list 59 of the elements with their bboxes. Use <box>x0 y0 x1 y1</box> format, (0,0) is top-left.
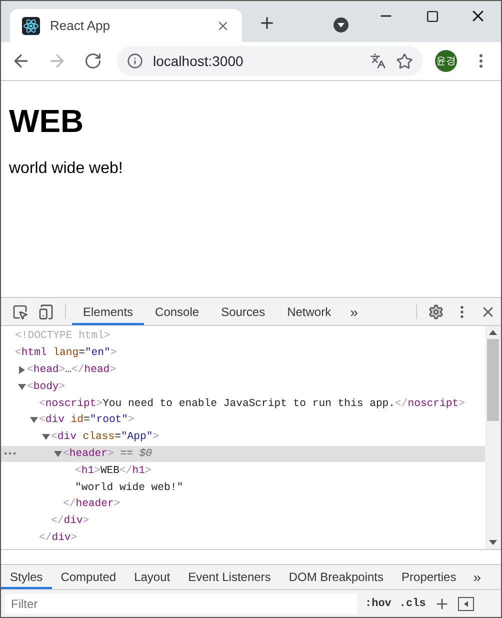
more-tabs-button[interactable]: » <box>465 569 490 585</box>
cls-toggle[interactable]: .cls <box>399 598 426 610</box>
more-dots-icon[interactable] <box>4 452 16 456</box>
atom-icon <box>22 16 40 34</box>
dom-node-row[interactable]: <h1>WEB</h1> <box>1 462 485 480</box>
info-icon[interactable] <box>127 53 143 69</box>
code-line: </div> <box>51 515 90 528</box>
dom-node-row[interactable]: <body> <box>1 378 485 396</box>
address-bar[interactable]: localhost:3000 <box>117 46 423 76</box>
sidebar-tab[interactable]: Event Listeners <box>179 565 280 589</box>
code-line: <body> <box>27 380 66 393</box>
code-line: <h1>WEB</h1> <box>75 464 152 477</box>
code-line: <noscript>You need to enable JavaScript to run this app.</noscript> <box>39 398 465 410</box>
dom-node-row[interactable]: <header> == $0 <box>1 446 485 462</box>
sidebar-tab[interactable]: DOM Breakpoints <box>280 565 393 589</box>
code-line: <div class="App"> <box>51 431 160 444</box>
devtools-tab[interactable]: Console <box>144 298 210 325</box>
page-heading: WEB <box>9 103 85 140</box>
filter-field[interactable]: Filter <box>5 594 357 614</box>
sidebar-tab[interactable]: Layout <box>125 565 180 589</box>
scroll-up-icon[interactable] <box>489 330 497 335</box>
scrollbar[interactable] <box>485 326 501 549</box>
code-line: <html lang="en"> <box>15 347 117 360</box>
dropdown-icon[interactable] <box>332 16 350 34</box>
code-line: </div> <box>39 532 78 544</box>
page-text: world wide web! <box>9 160 124 178</box>
browser-tab[interactable]: React App <box>10 9 242 42</box>
add-rule-icon[interactable] <box>434 596 450 612</box>
translate-icon[interactable] <box>370 53 386 69</box>
dom-node-row[interactable]: <div id="root"> <box>1 412 485 429</box>
code-line: <header> == $0 <box>63 448 152 460</box>
dom-node-row[interactable]: <noscript>You need to enable JavaScript to run this app.</noscript> <box>1 395 485 412</box>
hov-toggle[interactable]: :hov <box>365 598 392 610</box>
collapsed-arrow-icon[interactable] <box>18 366 26 374</box>
sidebar-toggle-icon[interactable] <box>458 596 474 610</box>
sidebar-tab[interactable]: Computed <box>52 565 126 589</box>
devtools-tab[interactable]: Sources <box>210 298 276 325</box>
profile-avatar[interactable]: 윤경 <box>435 50 457 72</box>
more-tabs-button[interactable]: » <box>342 304 366 320</box>
sidebar-tab[interactable]: Properties <box>392 565 466 589</box>
expanded-arrow-icon[interactable] <box>42 433 50 442</box>
code-line: </header> <box>63 498 120 510</box>
dom-node-row[interactable]: "world wide web!" <box>1 479 485 496</box>
expanded-arrow-icon[interactable] <box>18 382 26 391</box>
devtools-tab[interactable]: Elements <box>72 298 144 325</box>
code-line: "world wide web!" <box>75 482 184 494</box>
star-icon[interactable] <box>396 52 413 70</box>
expanded-arrow-icon[interactable] <box>30 416 38 424</box>
scroll-down-icon[interactable] <box>489 540 497 545</box>
code-line: <!DOCTYPE html> <box>15 330 110 342</box>
dom-node-row[interactable]: <html lang="en"> <box>1 344 485 362</box>
dom-node-row[interactable]: <head>…</head> <box>1 362 485 378</box>
code-line: <head>…</head> <box>27 364 116 376</box>
url-text: localhost:3000 <box>153 53 244 69</box>
devtools-tab[interactable]: Network <box>276 298 342 325</box>
code-line: <div id="root"> <box>39 414 134 426</box>
expanded-arrow-icon[interactable] <box>54 450 62 458</box>
tab-title: React App <box>50 18 111 33</box>
dom-node-row[interactable]: <div class="App"> <box>1 428 485 446</box>
